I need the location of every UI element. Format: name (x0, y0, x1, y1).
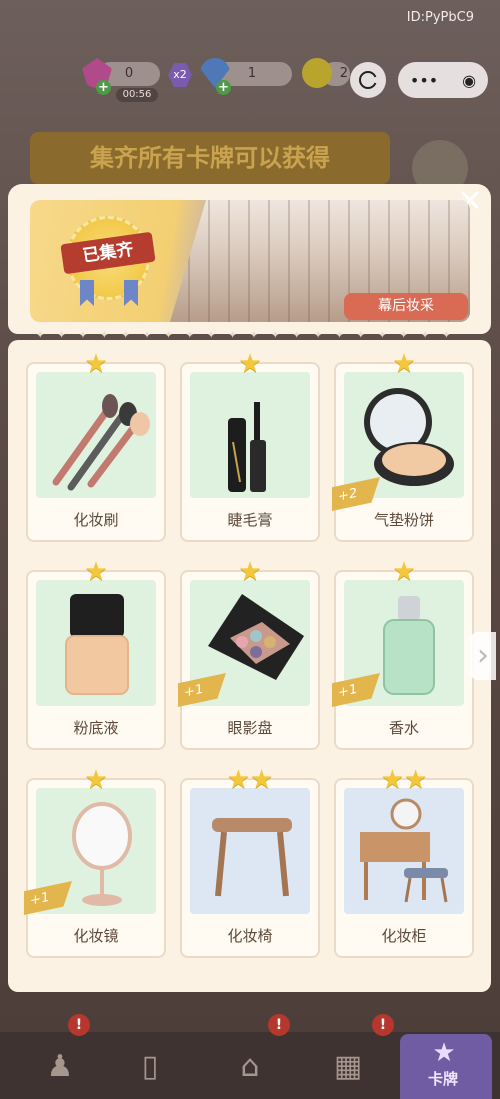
card-makeup-brush[interactable]: ★ 化妆刷 (26, 350, 166, 542)
card-name: 化妆椅 (227, 927, 273, 945)
background-banner: 集齐所有卡牌可以获得 (30, 132, 390, 184)
game-center-button[interactable] (350, 62, 386, 98)
mini-program-capsule: ••• ◉ (398, 62, 488, 98)
nav-shop-icon[interactable]: ▦ (318, 1040, 378, 1094)
star-rating: ★ (238, 349, 262, 379)
nav-home-icon[interactable]: ⌂ (220, 1040, 280, 1094)
add-diamond-button[interactable]: + (216, 80, 231, 95)
player-id: ID:PyPbC9 (406, 10, 474, 25)
makeup-brush-image (36, 372, 156, 498)
card-name: 睫毛膏 (227, 511, 273, 529)
card-perfume[interactable]: +1 ★ 香水 (334, 558, 474, 750)
foundation-image (36, 580, 156, 706)
scene-name-tag: 幕后妆采 (344, 293, 468, 320)
card-makeup-cabinet[interactable]: ★★ 化妆柜 (334, 766, 474, 958)
star-rating: ★★ (226, 765, 274, 795)
star-rating: ★ (238, 557, 262, 587)
star-rating: ★ (392, 557, 416, 587)
close-miniprogram-button[interactable]: ◉ (462, 71, 476, 90)
alert-badge: ! (372, 1014, 394, 1036)
vanity-icon (360, 798, 448, 903)
alert-badge: ! (268, 1014, 290, 1036)
mascara-image (190, 372, 310, 498)
makeup-chair-image (190, 788, 310, 914)
card-mascara[interactable]: ★ 睫毛膏 (180, 350, 320, 542)
card-name: 香水 (388, 719, 419, 737)
star-rating: ★ (84, 557, 108, 587)
card-makeup-mirror[interactable]: +1 ★ 化妆镜 (26, 766, 166, 958)
alert-badge: ! (68, 1014, 90, 1036)
star-rating: ★ (84, 349, 108, 379)
compact-icon (364, 388, 454, 486)
more-menu-button[interactable]: ••• (410, 71, 438, 90)
cushion-compact-image (344, 372, 464, 498)
card-name: 化妆柜 (381, 927, 427, 945)
makeup-cabinet-image (344, 788, 464, 914)
foundation-bottle-icon (65, 594, 129, 695)
makeup-brush-icon (52, 394, 150, 491)
stool-icon (212, 818, 292, 897)
nav-dress-icon[interactable]: ♟ (30, 1040, 90, 1094)
nav-cards-label: 卡牌 (428, 1070, 459, 1088)
card-name: 粉底液 (73, 719, 119, 737)
star-rating: ★★ (380, 765, 428, 795)
card-name: 气垫粉饼 (373, 511, 434, 529)
card-cushion-compact[interactable]: +2 ★ 气垫粉饼 (334, 350, 474, 542)
nav-book-icon[interactable]: ▯ (120, 1040, 180, 1094)
pacman-icon (359, 71, 377, 89)
next-page-button[interactable]: › (470, 632, 496, 680)
mascara-icon (228, 402, 266, 492)
coin-icon (302, 58, 332, 88)
energy-timer: 00:56 (116, 88, 158, 102)
card-name: 眼影盘 (227, 719, 273, 737)
add-energy-button[interactable]: + (96, 80, 111, 95)
star-rating: ★ (84, 765, 108, 795)
card-eyeshadow-palette[interactable]: +1 ★ 眼影盘 (180, 558, 320, 750)
card-name: 化妆刷 (73, 511, 119, 529)
card-makeup-chair[interactable]: ★★ 化妆椅 (180, 766, 320, 958)
card-foundation[interactable]: ★ 粉底液 (26, 558, 166, 750)
star-rating: ★ (392, 349, 416, 379)
card-name: 化妆镜 (73, 927, 119, 945)
